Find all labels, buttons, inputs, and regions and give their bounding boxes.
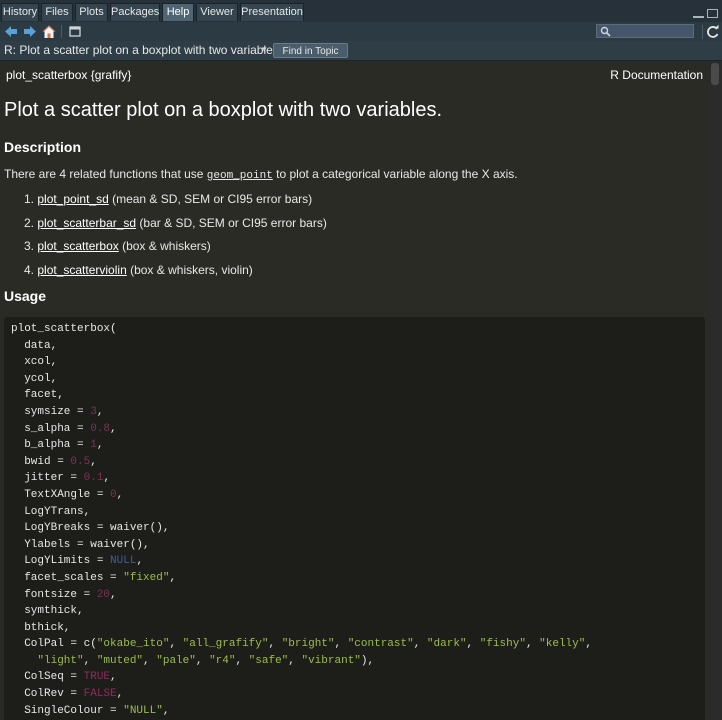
list-item-number: 1. (24, 192, 35, 206)
code-line: ColRev = FALSE, (11, 688, 124, 701)
list-item-text: (bar & SD, SEM or CI95 error bars) (136, 216, 327, 230)
pane-window-controls (690, 5, 718, 19)
code-line: ycol, (11, 372, 58, 385)
code-line: TextXAngle = 0, (11, 488, 124, 501)
refresh-icon[interactable] (705, 24, 721, 39)
list-item-number: 3. (24, 239, 35, 253)
list-item: 2. plot_scatterbar_sd (bar & SD, SEM or … (24, 216, 327, 230)
link-plot-scatterbox[interactable]: plot_scatterbox (37, 239, 118, 253)
list-item-text: (box & whiskers, violin) (126, 263, 253, 277)
code-line: Ylabels = waiver(), (11, 538, 150, 551)
find-in-topic-button[interactable]: Find in Topic (273, 43, 348, 58)
code-line: LogYTrans, (11, 505, 91, 518)
code-line: ColSeq = TRUE, (11, 671, 117, 684)
list-item: 3. plot_scatterbox (box & whiskers) (24, 239, 211, 253)
code-line: bthick, (11, 621, 71, 634)
link-plot-scatterbar-sd[interactable]: plot_scatterbar_sd (37, 216, 136, 230)
code-line: bwid = 0.5, (11, 455, 97, 468)
tab-files[interactable]: Files (41, 3, 73, 21)
usage-heading: Usage (4, 288, 47, 304)
tab-presentation[interactable]: Presentation (240, 3, 304, 21)
list-item-number: 4. (24, 263, 35, 277)
geom-point-link[interactable]: geom_point (207, 170, 273, 182)
minimize-pane-icon[interactable] (693, 10, 704, 18)
help-toolbar (0, 22, 722, 42)
code-line: symthick, (11, 605, 84, 618)
code-line: ColPal = c("okabe_ito", "all_grafify", "… (11, 638, 592, 651)
pane-tab-bar: History Files Plots Packages Help Viewer… (0, 0, 722, 23)
link-plot-point-sd[interactable]: plot_point_sd (37, 192, 108, 206)
usage-code: plot_scatterbox( data, xcol, ycol, facet… (11, 321, 592, 719)
usage-code-block: plot_scatterbox( data, xcol, ycol, facet… (4, 317, 705, 720)
r-documentation-label: R Documentation (610, 68, 703, 82)
code-line: fontsize = 20, (11, 588, 117, 601)
code-line: data, (11, 339, 58, 352)
page-title: Plot a scatter plot on a boxplot with tw… (4, 99, 443, 121)
topic-title[interactable]: R: Plot a scatter plot on a boxplot with… (4, 43, 282, 57)
code-line: "light", "muted", "pale", "r4", "safe", … (37, 654, 375, 667)
code-line: plot_scatterbox( (11, 323, 117, 335)
code-line: symsize = 3, (11, 405, 104, 418)
code-line: facet_scales = "fixed", (11, 571, 177, 584)
topic-dropdown-icon[interactable]: ▾ (262, 44, 267, 55)
description-heading: Description (4, 139, 82, 155)
code-line: jitter = 0.1, (11, 472, 111, 485)
list-item-text: (mean & SD, SEM or CI95 error bars) (108, 192, 313, 206)
description-text-pre: There are 4 related functions that use (4, 167, 207, 181)
tab-viewer[interactable]: Viewer (196, 3, 238, 21)
code-line: b_alpha = 1, (11, 439, 104, 452)
tab-plots[interactable]: Plots (75, 3, 108, 21)
list-item: 1. plot_point_sd (mean & SD, SEM or CI95… (24, 192, 312, 206)
code-line: LogYLimits = NULL, (11, 555, 144, 568)
code-line: xcol, (11, 356, 58, 369)
code-line: s_alpha = 0.8, (11, 422, 117, 435)
list-item: 4. plot_scatterviolin (box & whiskers, v… (24, 263, 253, 277)
link-plot-scatterviolin[interactable]: plot_scatterviolin (37, 263, 126, 277)
popout-icon[interactable] (67, 24, 83, 39)
vertical-scrollbar[interactable] (709, 61, 722, 720)
list-item-text: (box & whiskers) (118, 239, 211, 253)
back-arrow-icon[interactable] (3, 24, 19, 39)
topic-name: plot_scatterbox {grafify} (6, 68, 132, 82)
maximize-pane-icon[interactable] (707, 9, 718, 18)
help-topic-bar: R: Plot a scatter plot on a boxplot with… (0, 41, 722, 61)
code-line: LogYBreaks = waiver(), (11, 522, 170, 535)
tab-history[interactable]: History (1, 3, 39, 21)
scrollbar-thumb[interactable] (711, 63, 719, 85)
code-line: SingleColour = "NULL", (11, 704, 170, 717)
description-text: There are 4 related functions that use g… (4, 167, 518, 182)
code-line: facet, (11, 389, 64, 402)
list-item-number: 2. (24, 216, 35, 230)
search-icon (600, 26, 611, 37)
tab-packages[interactable]: Packages (110, 3, 160, 21)
help-search-input[interactable] (613, 25, 691, 37)
help-search-box[interactable] (596, 24, 694, 38)
toolbar-separator (702, 25, 703, 39)
description-text-post: to plot a categorical variable along the… (272, 167, 518, 181)
toolbar-separator (61, 25, 62, 38)
tab-help[interactable]: Help (162, 3, 194, 21)
help-content: plot_scatterbox {grafify} R Documentatio… (0, 61, 709, 720)
forward-arrow-icon[interactable] (22, 24, 38, 39)
home-icon[interactable] (41, 24, 57, 39)
